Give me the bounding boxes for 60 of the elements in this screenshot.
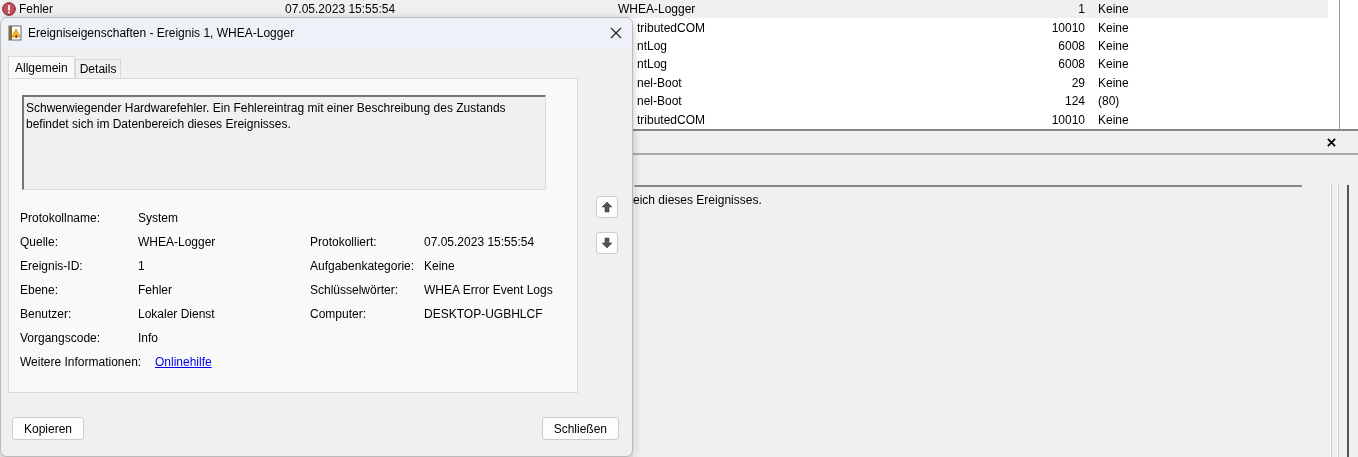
source-text: tributedCOM [637,112,706,127]
source-text: ntLog [637,38,668,53]
field-label: Ebene: [20,283,59,297]
close-button[interactable]: Schließen [541,417,619,440]
next-event-button[interactable] [596,232,618,254]
copy-button[interactable]: Kopieren [12,417,85,440]
down-arrow-icon [601,237,613,249]
field-label: Weitere Informationen: [20,355,142,369]
event-description: eich dieses Ereignisses. [633,193,763,207]
close-icon[interactable] [1327,137,1336,147]
field-value: WHEA Error Event Logs [424,283,553,297]
event-id-text: 6008 [1058,38,1085,53]
field-label: Protokolliert: [310,235,377,249]
tab[interactable]: Details [74,59,122,78]
help-link[interactable]: Onlinehilfe [155,355,212,369]
source-text: WHEA-Logger [618,2,696,17]
description-field: Schwerwiegender Hardwarefehler. Ein Fehlereintrag mit einer Beschreibung des Zustands befindet sich im Datenbereich dieses Ereignisses. [22,95,546,190]
field-value: Keine [424,259,455,273]
category-text: Keine [1098,2,1129,17]
up-arrow-icon [601,201,613,213]
source-text: nel-Boot [637,75,682,90]
category-text: Keine [1098,57,1129,72]
selected-row[interactable]: Fehler 07.05.2023 15:55:54 WHEA-Logger 1 Keine [0,0,1328,19]
event-id-text: 124 [1064,94,1085,109]
field-label: Benutzer: [20,307,72,321]
event-log-icon [8,25,22,41]
event-id-text: 10010 [1051,20,1085,35]
category-text: Keine [1098,75,1129,90]
window-title: Ereigniseigenschaften - Ereignis 1, WHEA-Logger [28,26,296,40]
close-icon[interactable] [610,27,622,39]
field-label: Aufgabenkategorie: [310,259,415,273]
event-id-text: 29 [1071,75,1085,90]
field-value: WHEA-Logger [138,235,216,249]
date-text: 07.05.2023 15:55:54 [285,2,396,17]
level-text: Fehler [19,2,53,17]
category-text: (80) [1098,94,1120,109]
field-label: Schlüsselwörter: [310,283,399,297]
field-value: System [138,211,178,225]
field-value: DESKTOP-UGBHLCF [424,307,543,321]
source-text: nel-Boot [637,94,682,109]
field-label: Computer: [310,307,367,321]
category-text: Keine [1098,20,1129,35]
category-text: Keine [1098,38,1129,53]
field-value: 1 [138,259,145,273]
event-id-text: 1 [1078,2,1085,17]
field-label: Vorgangscode: [20,331,101,345]
field-value: Info [138,331,158,345]
field-value: 07.05.2023 15:55:54 [424,235,535,249]
field-label: Protokollname: [20,211,101,225]
field-value: Fehler [138,283,172,297]
event-id-text: 10010 [1051,112,1085,127]
field-value: Lokaler Dienst [138,307,215,321]
source-text: tributedCOM [637,20,706,35]
tab[interactable]: Allgemein [8,56,75,78]
field-label: Ereignis-ID: [20,259,83,273]
field-label: Quelle: [20,235,59,249]
event-id-text: 6008 [1058,57,1085,72]
source-text: ntLog [637,57,668,72]
category-text: Keine [1098,112,1129,127]
previous-event-button[interactable] [596,196,618,218]
